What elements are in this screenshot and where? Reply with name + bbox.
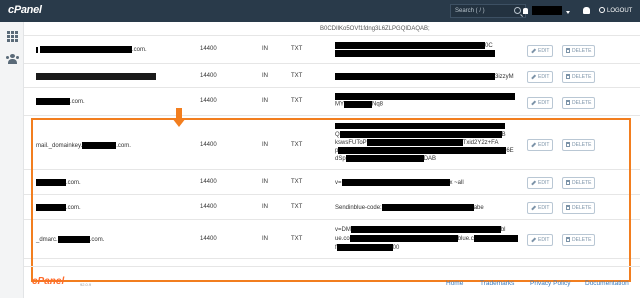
- record-value: 3izzyM: [335, 73, 514, 80]
- edit-button[interactable]: EDIT: [527, 45, 554, 57]
- delete-button[interactable]: DELETE: [562, 97, 596, 109]
- delete-button[interactable]: DELETE: [562, 71, 596, 83]
- record-ttl: 14400: [200, 98, 217, 104]
- record-name: .com.: [36, 46, 147, 53]
- top-bar: cPanel Search ( / ) LOGOUT: [0, 0, 640, 22]
- pencil-icon: [531, 99, 536, 105]
- search-input[interactable]: Search ( / ): [450, 4, 526, 18]
- table-row: .com. 14400 IN TXT MY Nq8 EDIT DELETE: [24, 89, 640, 116]
- arrow-down-icon: [172, 108, 186, 128]
- search-placeholder: Search ( / ): [455, 8, 485, 14]
- footer-version: 92.0.9: [80, 282, 92, 287]
- logout-button[interactable]: LOGOUT: [599, 7, 632, 14]
- footer-divider: [24, 266, 640, 267]
- grid-icon[interactable]: [7, 31, 18, 42]
- footer-link-trademarks[interactable]: Trademarks: [480, 280, 514, 287]
- table-row: .com. 14400 IN TXT 0C EDIT DELETE: [24, 37, 640, 64]
- sidebar: [0, 22, 24, 298]
- trash-icon: [566, 48, 570, 53]
- record-type: TXT: [291, 73, 303, 79]
- record-name: [36, 73, 156, 80]
- record-class: IN: [262, 73, 268, 79]
- record-value: MY Nq8: [335, 93, 515, 109]
- record-value: 0C: [335, 42, 495, 58]
- search-icon: [514, 7, 521, 14]
- record-class: IN: [262, 98, 268, 104]
- bell-icon[interactable]: [583, 7, 590, 14]
- chevron-down-icon[interactable]: [566, 11, 570, 14]
- footer-logo: cPanel: [32, 276, 65, 287]
- redacted-username[interactable]: [532, 6, 562, 15]
- table-row: 14400 IN TXT 3izzyM EDIT DELETE: [24, 65, 640, 88]
- power-icon: [599, 7, 605, 13]
- pencil-icon: [531, 73, 536, 79]
- delete-button[interactable]: DELETE: [562, 45, 596, 57]
- record-ttl: 14400: [200, 46, 217, 52]
- edit-button[interactable]: EDIT: [527, 71, 554, 83]
- user-icon[interactable]: [523, 8, 528, 14]
- trash-icon: [566, 74, 570, 79]
- footer-link-privacy[interactable]: Privacy Policy: [530, 280, 570, 287]
- edit-button[interactable]: EDIT: [527, 97, 554, 109]
- footer-link-home[interactable]: Home: [446, 280, 463, 287]
- footer-link-documentation[interactable]: Documentation: [585, 280, 629, 287]
- users-icon[interactable]: [6, 54, 19, 64]
- record-type: TXT: [291, 46, 303, 52]
- table-row-partial: [24, 22, 640, 36]
- highlight-box: [31, 118, 631, 282]
- pencil-icon: [531, 47, 536, 53]
- dns-zone-table: B0CDIlKo5OVf1fdng3L6ZLPGQIDAQAB; .com. 1…: [24, 22, 640, 298]
- record-name: .com.: [36, 98, 85, 105]
- cpanel-logo[interactable]: cPanel: [8, 4, 42, 16]
- record-ttl: 14400: [200, 73, 217, 79]
- record-type: TXT: [291, 98, 303, 104]
- record-class: IN: [262, 46, 268, 52]
- trash-icon: [566, 100, 570, 105]
